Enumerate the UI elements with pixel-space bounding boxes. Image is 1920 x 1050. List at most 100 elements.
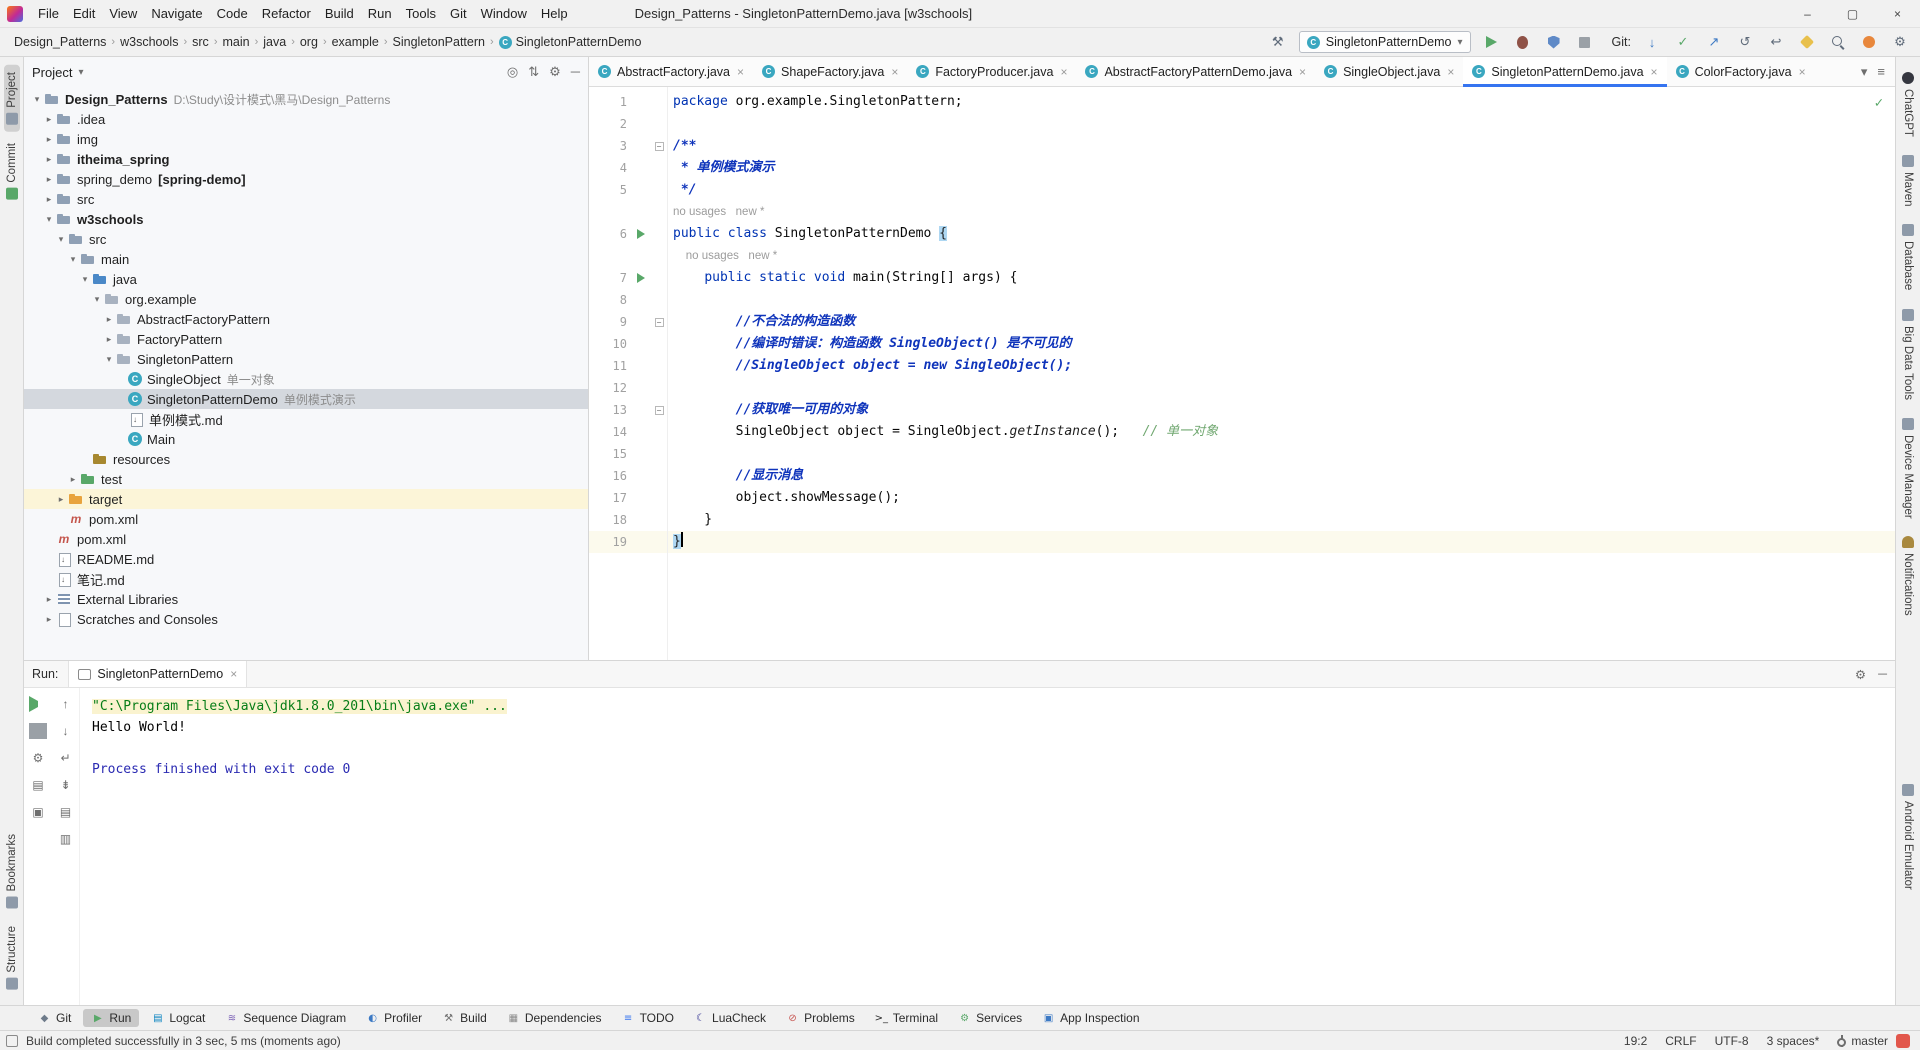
tree-item-readme-md[interactable]: README.md [24, 549, 588, 569]
run-console-tab[interactable]: SingletonPatternDemo × [68, 661, 248, 687]
toolwindow-button-luacheck[interactable]: ☾ LuaCheck [686, 1009, 774, 1027]
maximize-button[interactable]: ▢ [1830, 0, 1875, 27]
tree-expanded-icon[interactable]: ▾ [90, 294, 104, 305]
debug-button[interactable] [1513, 32, 1533, 52]
close-icon[interactable]: × [1799, 65, 1806, 79]
tree-item-singleobject[interactable]: C SingleObject 单一对象 [24, 369, 588, 389]
menu-git[interactable]: Git [443, 2, 474, 25]
inspection-ok-icon[interactable]: ✓ [1875, 95, 1883, 111]
run-toolbar-rerun-icon[interactable] [29, 696, 47, 712]
menu-code[interactable]: Code [210, 2, 255, 25]
fold-icon[interactable]: − [654, 141, 664, 151]
code-line[interactable]: 1 package org.example.SingletonPattern; [589, 91, 1895, 113]
settings-sync-icon[interactable] [1859, 32, 1879, 52]
console-up-stack-icon[interactable]: ↑ [57, 696, 75, 712]
code-editor[interactable]: ✓ 1 package org.example.SingletonPattern;… [589, 87, 1895, 660]
hide-panel-icon[interactable]: ─ [571, 64, 580, 80]
status-indent-style[interactable]: 3 spaces* [1767, 1034, 1820, 1048]
tree-item-pom-xml[interactable]: m pom.xml [24, 529, 588, 549]
tool-stripe-chatgpt[interactable]: ChatGPT [1900, 65, 1916, 144]
status-line-separator[interactable]: CRLF [1665, 1034, 1696, 1048]
code-line[interactable]: 7 public static void main(String[] args)… [589, 267, 1895, 289]
search-everywhere-button[interactable] [1828, 32, 1848, 52]
toolwindow-button-services[interactable]: ⚙ Services [950, 1009, 1030, 1027]
toolwindow-button-terminal[interactable]: >_ Terminal [867, 1009, 946, 1027]
tree-item-singletonpatterndemo[interactable]: C SingletonPatternDemo 单例模式演示 [24, 389, 588, 409]
tree-item-src[interactable]: ▾ src [24, 229, 588, 249]
tree-item-md[interactable]: 单例模式.md [24, 409, 588, 429]
code-line[interactable]: 13 − //获取唯一可用的对象 [589, 399, 1895, 421]
tree-item-img[interactable]: ▸ img [24, 129, 588, 149]
expand-collapse-icon[interactable]: ⇅ [528, 64, 539, 80]
editor-tab-factoryproducer-java[interactable]: C FactoryProducer.java × [907, 57, 1076, 86]
code-line[interactable]: 12 [589, 377, 1895, 399]
tree-expanded-icon[interactable]: ▾ [66, 254, 80, 265]
tree-item-resources[interactable]: resources [24, 449, 588, 469]
code-line[interactable]: 17 object.showMessage(); [589, 487, 1895, 509]
toolwindow-button-git[interactable]: ◆ Git [30, 1009, 79, 1027]
breadcrumb-src[interactable]: src [192, 35, 209, 49]
code-line[interactable]: 5 */ [589, 179, 1895, 201]
breadcrumb-example[interactable]: example [332, 35, 379, 49]
run-toolbar-stop-icon[interactable] [29, 723, 47, 739]
hide-panel-icon[interactable]: ─ [1878, 667, 1887, 682]
tree-collapsed-icon[interactable]: ▸ [42, 594, 56, 605]
build-hammer-icon[interactable]: ⚒ [1268, 32, 1288, 52]
code-line[interactable]: 8 [589, 289, 1895, 311]
tree-collapsed-icon[interactable]: ▸ [54, 494, 68, 505]
console-down-stack-icon[interactable]: ↓ [57, 723, 75, 739]
gear-icon[interactable]: ⚙ [1855, 667, 1866, 682]
breadcrumb-w3schools[interactable]: w3schools [120, 35, 178, 49]
fold-icon[interactable]: − [654, 405, 664, 415]
tree-item-pom-xml[interactable]: m pom.xml [24, 509, 588, 529]
code-line[interactable]: 2 [589, 113, 1895, 135]
tree-collapsed-icon[interactable]: ▸ [42, 114, 56, 125]
code-line[interactable]: 15 [589, 443, 1895, 465]
fold-icon[interactable]: − [654, 317, 664, 327]
breadcrumb-org[interactable]: org [300, 35, 318, 49]
close-icon[interactable]: × [1060, 65, 1067, 79]
tool-stripe-android-emulator[interactable]: Android Emulator [1900, 777, 1916, 897]
code-line[interactable]: 18 } [589, 509, 1895, 531]
tree-collapsed-icon[interactable]: ▸ [102, 334, 116, 345]
menu-run[interactable]: Run [361, 2, 399, 25]
tree-collapsed-icon[interactable]: ▸ [42, 154, 56, 165]
close-icon[interactable]: × [1299, 65, 1306, 79]
close-icon[interactable]: × [1447, 65, 1454, 79]
toolwindow-switcher-icon[interactable] [6, 1034, 18, 1047]
tree-item-main[interactable]: C Main [24, 429, 588, 449]
run-line-icon[interactable] [637, 273, 645, 283]
tree-collapsed-icon[interactable]: ▸ [42, 194, 56, 205]
tree-item-scratches-and-consoles[interactable]: ▸ Scratches and Consoles [24, 609, 588, 629]
stop-button[interactable] [1575, 32, 1595, 52]
editor-tab-colorfactory-java[interactable]: C ColorFactory.java × [1667, 57, 1815, 86]
run-configuration-select[interactable]: C SingletonPatternDemo ▾ [1298, 31, 1471, 53]
tree-collapsed-icon[interactable]: ▸ [42, 134, 56, 145]
tree-collapsed-icon[interactable]: ▸ [42, 174, 56, 185]
close-icon[interactable]: × [737, 65, 744, 79]
breadcrumb-singletonpattern[interactable]: SingletonPattern [393, 35, 485, 49]
plugin-badge-icon[interactable] [1896, 1033, 1910, 1048]
console-clear-all-icon[interactable]: ▥ [57, 831, 75, 847]
toolwindow-button-dependencies[interactable]: ▦ Dependencies [499, 1009, 610, 1027]
run-toolbar-dump-icon[interactable]: ▤ [29, 777, 47, 793]
close-icon[interactable]: × [230, 667, 237, 681]
toolwindow-button-app-inspection[interactable]: ▣ App Inspection [1034, 1009, 1147, 1027]
tree-collapsed-icon[interactable]: ▸ [66, 474, 80, 485]
menu-build[interactable]: Build [318, 2, 361, 25]
tool-stripe-bookmarks[interactable]: Bookmarks [4, 827, 20, 916]
toolwindow-button-logcat[interactable]: ▤ Logcat [143, 1009, 213, 1027]
tool-stripe-structure[interactable]: Structure [4, 919, 20, 997]
toolwindow-button-profiler[interactable]: ◐ Profiler [358, 1009, 430, 1027]
tree-item-test[interactable]: ▸ test [24, 469, 588, 489]
git-push-icon[interactable]: ↗ [1704, 32, 1724, 52]
settings-gear-icon[interactable]: ⚙ [1890, 32, 1910, 52]
breadcrumb-design-patterns[interactable]: Design_Patterns [14, 35, 106, 49]
breadcrumb-java[interactable]: java [263, 35, 286, 49]
tree-item-target[interactable]: ▸ target [24, 489, 588, 509]
chevron-down-icon[interactable]: ▾ [1861, 64, 1868, 80]
menu-help[interactable]: Help [534, 2, 575, 25]
code-line[interactable]: 16 //显示消息 [589, 465, 1895, 487]
tree-item-org-example[interactable]: ▾ org.example [24, 289, 588, 309]
run-line-icon[interactable] [637, 229, 645, 239]
